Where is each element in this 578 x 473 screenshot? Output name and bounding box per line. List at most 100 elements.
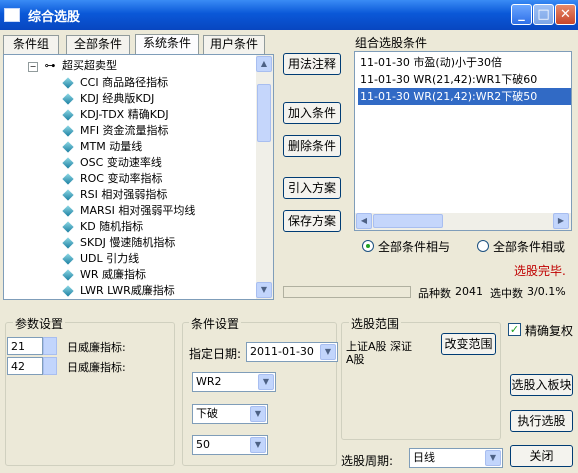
tree-item[interactable]: UDL 引力线 xyxy=(62,251,139,267)
execute-button[interactable]: 执行选股 xyxy=(510,410,573,432)
and-radio[interactable] xyxy=(362,240,374,252)
indicator-tree[interactable]: − ⊶ 超买超卖型 CCI 商品路径指标 KDJ 经典版KDJ KDJ-TDX 精确… xyxy=(3,54,274,300)
or-radio[interactable] xyxy=(477,240,489,252)
tree-item-label: SKDJ 慢速随机指标 xyxy=(80,236,176,249)
tree-item[interactable]: KD 随机指标 xyxy=(62,219,144,235)
range-title: 选股范围 xyxy=(349,315,402,332)
radio-dot xyxy=(366,244,370,248)
scroll-thumb[interactable] xyxy=(257,84,271,142)
tree-item-label: MFI 资金流量指标 xyxy=(80,124,169,137)
tree-item[interactable]: KDJ-TDX 精确KDJ xyxy=(62,107,169,123)
scroll-left-icon[interactable]: ◀ xyxy=(356,213,372,229)
tab-system-conditions[interactable]: 系统条件 xyxy=(135,34,199,54)
hit-value: 3/0.1% xyxy=(527,285,566,298)
tab-all-conditions[interactable]: 全部条件 xyxy=(66,35,130,54)
save-plan-button[interactable]: 保存方案 xyxy=(283,210,341,232)
condition-item[interactable]: 11-01-30 WR(21,42):WR1下破60 xyxy=(358,71,539,88)
indicator-icon xyxy=(62,157,74,169)
delete-condition-button[interactable]: 删除条件 xyxy=(283,135,341,157)
scroll-up-icon[interactable]: ▲ xyxy=(256,56,272,72)
count-label: 品种数 xyxy=(418,287,451,300)
scroll-down-icon[interactable]: ▼ xyxy=(256,282,272,298)
tree-item-label: ROC 变动率指标 xyxy=(80,172,163,185)
conditions-list[interactable]: 11-01-30 市盈(动)小于30倍 11-01-30 WR(21,42):WR… xyxy=(354,51,572,231)
param2-spinner[interactable] xyxy=(43,357,57,375)
window-icon xyxy=(4,8,20,22)
minimize-button[interactable]: _ xyxy=(511,4,532,25)
tree-item[interactable]: MTM 动量线 xyxy=(62,139,143,155)
tree-item[interactable]: LWR LWR威廉指标 xyxy=(62,283,175,299)
param2-label: 日威廉指标: xyxy=(67,361,126,374)
count-value: 2041 xyxy=(455,285,483,298)
tree-item[interactable]: OSC 变动速率线 xyxy=(62,155,162,171)
hscroll-thumb[interactable] xyxy=(373,214,443,228)
operator-select[interactable]: 下破 ▼ xyxy=(192,404,268,424)
tree-item[interactable]: RSI 相对强弱指标 xyxy=(62,187,167,203)
indicator-icon xyxy=(62,205,74,217)
period-dropdown-icon[interactable]: ▼ xyxy=(485,450,501,466)
condition-item[interactable]: 11-01-30 WR(21,42):WR2下破50 xyxy=(358,88,571,105)
tab-user-conditions[interactable]: 用户条件 xyxy=(203,35,265,54)
threshold-value: 50 xyxy=(196,438,210,451)
tree-item[interactable]: ROC 变动率指标 xyxy=(62,171,163,187)
tree-item[interactable]: MFI 资金流量指标 xyxy=(62,123,169,139)
line-dropdown-icon[interactable]: ▼ xyxy=(258,374,274,390)
tree-item[interactable]: CCI 商品路径指标 xyxy=(62,75,168,91)
period-select[interactable]: 日线 ▼ xyxy=(409,448,503,468)
indicator-icon xyxy=(62,253,74,265)
param1-spinner[interactable] xyxy=(43,337,57,355)
close-button[interactable]: 关闭 xyxy=(510,445,573,467)
tree-item-label: LWR LWR威廉指标 xyxy=(80,284,175,297)
condition-item[interactable]: 11-01-30 市盈(动)小于30倍 xyxy=(358,54,504,71)
conditions-hscrollbar[interactable]: ◀ ▶ xyxy=(355,213,571,230)
tree-root-label: 超买超卖型 xyxy=(62,59,117,72)
indicator-icon xyxy=(62,125,74,137)
tree-item-label: MARSI 相对强弱平均线 xyxy=(80,204,196,217)
tree-root[interactable]: − ⊶ 超买超卖型 xyxy=(28,58,117,74)
indicator-icon xyxy=(62,189,74,201)
operator-dropdown-icon[interactable]: ▼ xyxy=(250,406,266,422)
collapse-icon[interactable]: − xyxy=(28,62,38,72)
date-dropdown-icon[interactable]: ▼ xyxy=(320,344,336,360)
indicator-icon xyxy=(62,269,74,281)
range-text-2: A股 xyxy=(346,353,365,366)
tree-item-label: KDJ-TDX 精确KDJ xyxy=(80,108,169,121)
tree-item-label: WR 威廉指标 xyxy=(80,268,147,281)
tree-item[interactable]: MARSI 相对强弱平均线 xyxy=(62,203,196,219)
add-condition-button[interactable]: 加入条件 xyxy=(283,102,341,124)
indicator-icon xyxy=(62,173,74,185)
tree-item[interactable]: WR 威廉指标 xyxy=(62,267,147,283)
tree-item-label: MTM 动量线 xyxy=(80,140,143,153)
date-label: 指定日期: xyxy=(189,347,242,361)
scroll-right-icon[interactable]: ▶ xyxy=(553,213,569,229)
date-picker[interactable]: 2011-01-30 ▼ xyxy=(246,342,338,362)
tree-item-label: OSC 变动速率线 xyxy=(80,156,162,169)
tree-item-label: KD 随机指标 xyxy=(80,220,144,233)
close-window-button[interactable]: ✕ xyxy=(555,4,576,25)
tree-scrollbar[interactable]: ▲ ▼ xyxy=(256,55,273,299)
tab-condition-group[interactable]: 条件组 xyxy=(3,35,59,54)
operator-value: 下破 xyxy=(196,407,218,420)
maximize-button[interactable]: □ xyxy=(533,4,554,25)
usage-notes-button[interactable]: 用法注释 xyxy=(283,53,341,75)
change-range-button[interactable]: 改变范围 xyxy=(441,333,496,355)
indicator-icon xyxy=(62,237,74,249)
tree-item[interactable]: SKDJ 慢速随机指标 xyxy=(62,235,176,251)
value-select[interactable]: 50 ▼ xyxy=(192,435,268,455)
window-title: 综合选股 xyxy=(28,10,81,25)
param2-input[interactable]: 42 xyxy=(7,357,43,375)
param1-input[interactable]: 21 xyxy=(7,337,43,355)
or-label: 全部条件相或 xyxy=(493,240,566,254)
indicator-icon xyxy=(62,109,74,121)
exact-adjust-checkbox[interactable]: ✓ xyxy=(508,323,521,336)
import-plan-button[interactable]: 引入方案 xyxy=(283,177,341,199)
indicator-icon xyxy=(62,141,74,153)
title-bar xyxy=(0,0,578,30)
line-select[interactable]: WR2 ▼ xyxy=(192,372,276,392)
cond-settings-title: 条件设置 xyxy=(189,315,242,332)
tree-item[interactable]: KDJ 经典版KDJ xyxy=(62,91,154,107)
hit-label: 选中数 xyxy=(490,287,523,300)
key-icon: ⊶ xyxy=(44,59,56,72)
add-to-block-button[interactable]: 选股入板块 xyxy=(510,374,573,396)
value-dropdown-icon[interactable]: ▼ xyxy=(250,437,266,453)
